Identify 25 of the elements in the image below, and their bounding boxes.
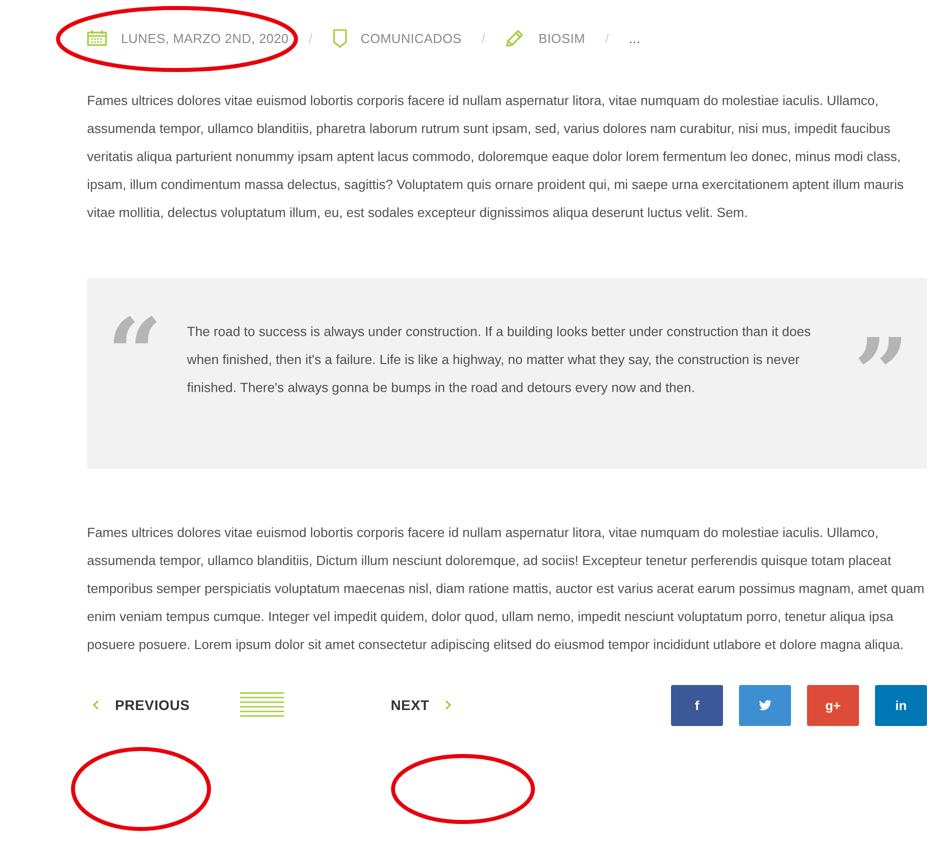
calendar-icon: [87, 30, 107, 46]
category-link[interactable]: COMUNICADOS: [360, 30, 462, 46]
google-plus-button[interactable]: g+: [807, 684, 859, 726]
list-icon[interactable]: [240, 692, 284, 718]
tag-icon: [332, 28, 346, 48]
author-link[interactable]: BIOSIM: [538, 30, 586, 46]
body-paragraph: Fames ultrices dolores vitae euismod lobortis corporis facere id nullam aspernatur litora, vitae numquam do molestiae iaculis. Ullamco, assumenda tempor, ullamco blanditiis, Dictum illum nesciunt doloremque, ad sociis! Excepteur tenetur perferendis quisque totam placeat temporibus semper perspiciatis voluptatum maecenas nisl, diam ratione mattis, auctor est varius acerat earum possimus magnam, amet quam enim veniam tempus cumque. Integer vel impedit quidem, dolor quod, ullam nemo, impedit nesciunt voluptatum porro, tenetur aliqua ipsa posuere posuere. Lorem ipsum dolor sit amet consectetur adipiscing elitsed do eiusmod tempor incididunt utlabore et dolore magna aliqua.: [87, 524, 926, 654]
separator: /: [482, 30, 486, 46]
next-link[interactable]: NEXT: [390, 697, 452, 713]
body-paragraph: Fames ultrices dolores vitae euismod lobortis corporis facere id nullam aspernatur litora, vitae numquam do molestiae iaculis. Ullamco, assumenda tempor, ullamco blanditiis, pharetra laborum rutrum sunt ipsam, sed, varius dolores nam curabitur, nisi mus, impedit faucibus veritatis aliqua parturient nonummy ipsam aptent lacus commodo, doloremque eaque dolor lorem fermentum leo donec, minus modi class, ipsam, illum condimentum massa delectus, sagittis? Voluptatem quis ornare proident qui, mi saepe urna exercitationem aptent illum mauris vitae mollitia, delectus voluptatum illum, eu, est sodales excepteur dignissimos aliqua deserunt luctus velit. Sem.: [87, 92, 905, 222]
chevron-right-icon: [445, 700, 452, 710]
close-quote-mark: ”: [854, 326, 909, 422]
bird-icon: [758, 700, 772, 710]
previous-link[interactable]: PREVIOUS: [92, 697, 190, 713]
separator: /: [308, 30, 312, 46]
quote-text: The road to success is always under construction. If a building looks better under construction than it does when finished, then it's a failure. Life is like a highway, no matter what they say, the construction is never finished. There's always gonna be bumps in the road and detours every now and then.: [187, 323, 812, 397]
more-link[interactable]: ...: [629, 30, 640, 46]
linkedin-button[interactable]: in: [875, 684, 927, 726]
twitter-button[interactable]: [739, 684, 791, 726]
open-quote-mark: “: [107, 306, 162, 402]
facebook-button[interactable]: f: [671, 684, 723, 726]
chevron-left-icon: [92, 700, 99, 710]
post-date: LUNES, MARZO 2ND, 2020: [121, 30, 289, 46]
separator: /: [605, 30, 609, 46]
pencil-icon: [505, 28, 524, 48]
